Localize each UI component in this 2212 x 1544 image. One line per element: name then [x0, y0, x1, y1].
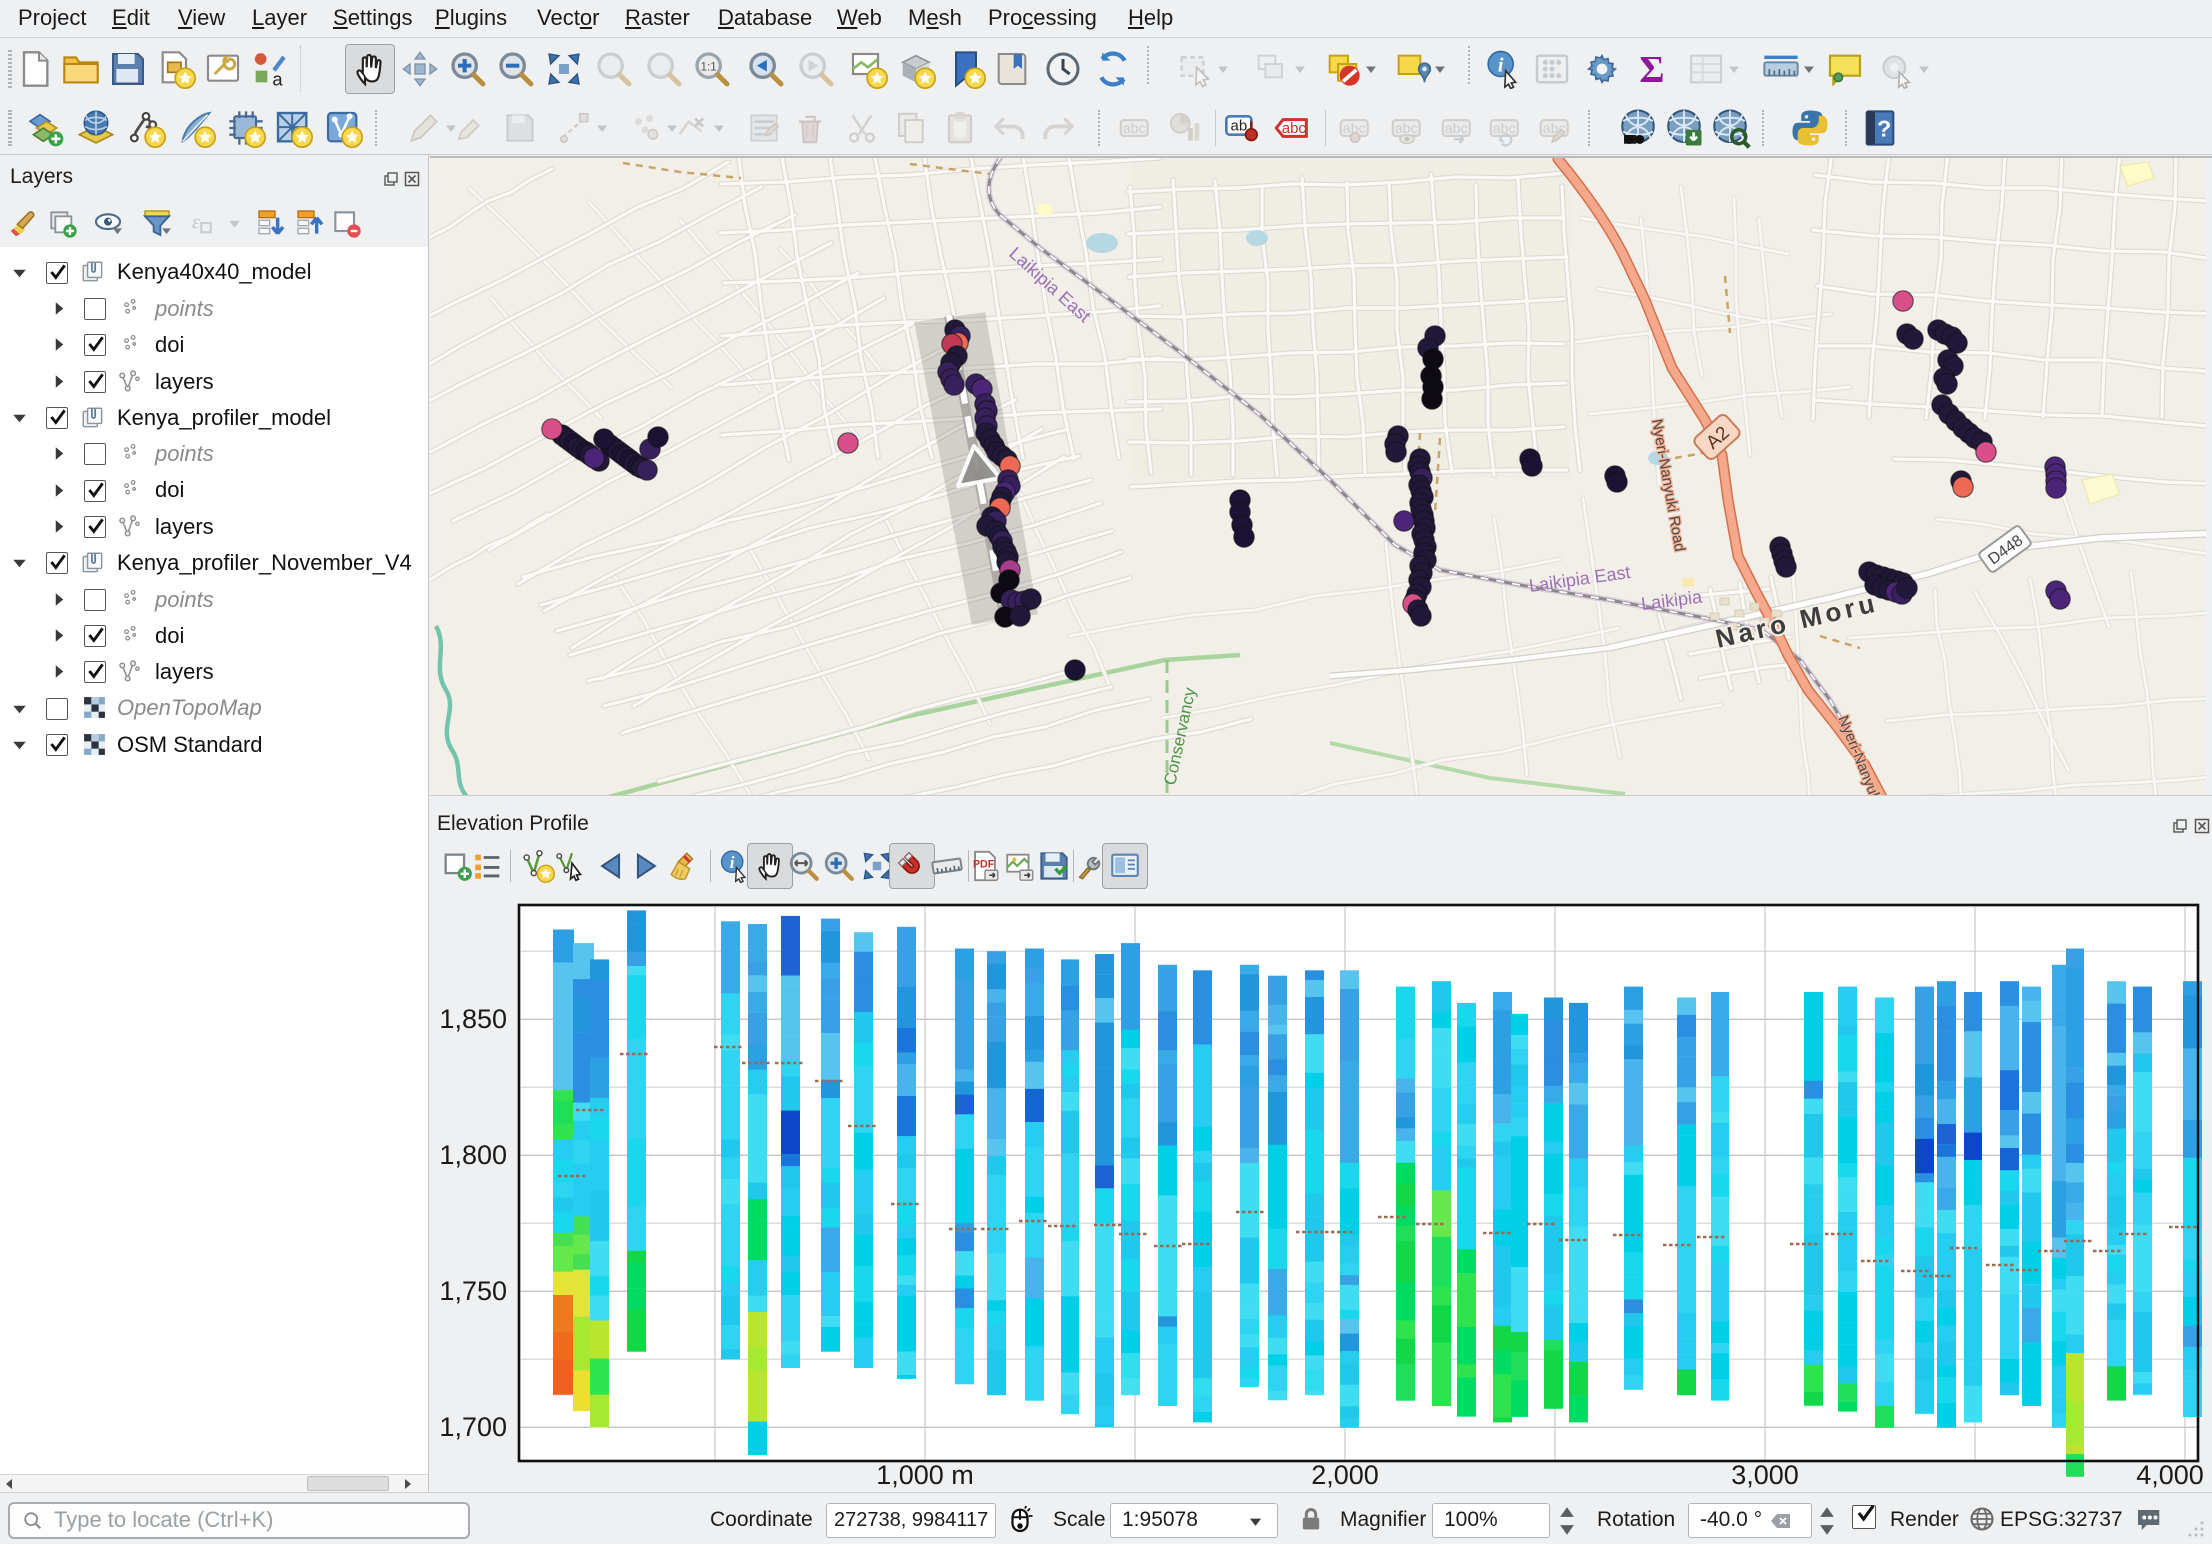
- svg-text:Σ: Σ: [1639, 49, 1664, 91]
- svg-text:a: a: [272, 69, 283, 89]
- svg-text:abc: abc: [1282, 120, 1307, 137]
- svg-text:ab: ab: [1230, 118, 1247, 135]
- svg-text:1,700: 1,700: [439, 1412, 507, 1442]
- svg-text:abc: abc: [1445, 121, 1468, 137]
- svg-text:?: ?: [1877, 115, 1891, 141]
- svg-text:1,000 m: 1,000 m: [876, 1460, 974, 1490]
- svg-text:1:1: 1:1: [701, 61, 717, 74]
- svg-text:1,800: 1,800: [439, 1140, 507, 1170]
- svg-text:abc: abc: [1123, 121, 1146, 137]
- svg-text:3,000: 3,000: [1731, 1460, 1799, 1490]
- svg-text:1,850: 1,850: [439, 1004, 507, 1034]
- svg-text:i: i: [1498, 55, 1504, 77]
- svg-text:2,000: 2,000: [1311, 1460, 1379, 1490]
- svg-text:ε: ε: [192, 211, 200, 233]
- svg-text:1,750: 1,750: [439, 1276, 507, 1306]
- svg-text:4,000: 4,000: [2136, 1460, 2204, 1490]
